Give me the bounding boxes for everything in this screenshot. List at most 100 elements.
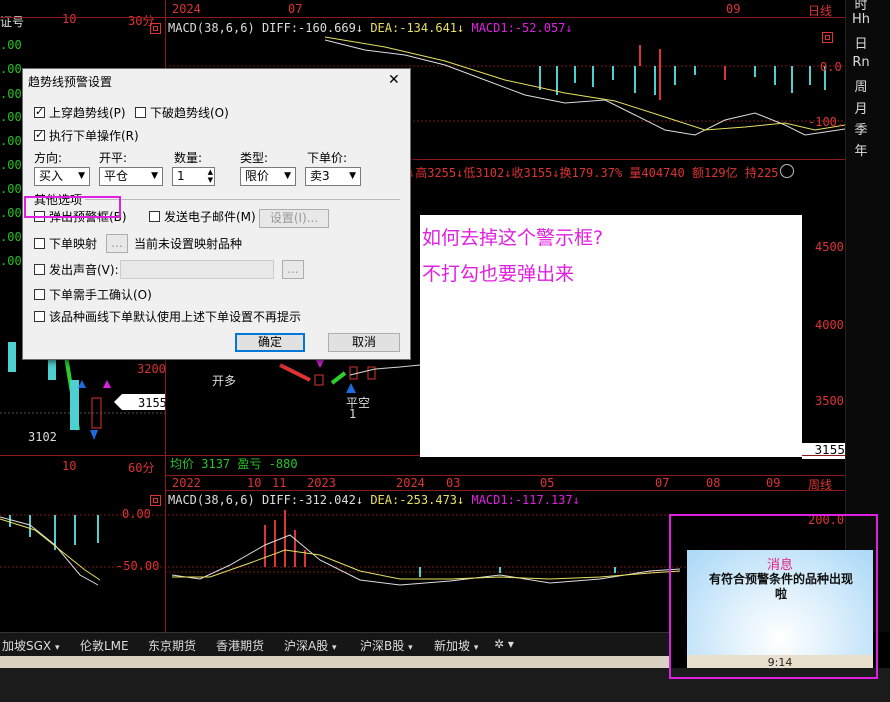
direction-value: 买入 bbox=[39, 169, 64, 183]
pnl-value: -880 bbox=[268, 457, 298, 471]
ok-button[interactable]: 确定 bbox=[235, 333, 305, 352]
order-map-label: 下单映射 bbox=[49, 237, 98, 251]
price-tag-right: 3155 bbox=[802, 443, 845, 459]
cross-up-checkbox[interactable] bbox=[34, 105, 45, 118]
tab-tokyo[interactable]: 东京期货 bbox=[148, 637, 196, 654]
email-settings-button[interactable]: 设置(I)... bbox=[259, 209, 329, 228]
order-type-select[interactable]: 限价 ▼ bbox=[240, 167, 296, 186]
period-item[interactable]: Hh bbox=[846, 12, 876, 27]
tab-hk[interactable]: 香港期货 bbox=[216, 637, 264, 654]
period-item[interactable]: 周 bbox=[846, 76, 876, 95]
close-icon[interactable]: ✕ bbox=[388, 72, 400, 88]
bottom-year: 03 bbox=[446, 476, 461, 490]
quantity-value: 1 bbox=[177, 169, 185, 183]
left-lower-label: 10 bbox=[62, 459, 77, 473]
tab-sgx[interactable]: 加坡SGX ▾ bbox=[2, 637, 60, 654]
direction-select[interactable]: 买入 ▼ bbox=[34, 167, 90, 186]
highlight-popup bbox=[669, 514, 878, 679]
price-tick: 4000 bbox=[815, 318, 844, 332]
order-price-value: 卖3 bbox=[310, 169, 330, 183]
pnl-label: 盈亏 bbox=[237, 457, 262, 471]
exec-order-label: 执行下单操作(R) bbox=[49, 129, 139, 143]
chevron-down-icon: ▾ bbox=[54, 643, 60, 653]
stats-line: ↓高3255↓低3102↓收3155↓换179.37% 量404740 额129… bbox=[408, 166, 779, 180]
manual-confirm-label: 下单需手工确认(O) bbox=[49, 288, 152, 302]
question-annotation: 如何去掉这个警示框? 不打勾也要弹出来 bbox=[420, 215, 802, 457]
mid-one-label: 1 bbox=[349, 407, 357, 421]
top-macd-title: MACD(38,6,6) DIFF:-160.669↓ DEA:-134.641… bbox=[168, 21, 573, 35]
order-map-checkbox[interactable] bbox=[34, 238, 45, 249]
left-value: .00 bbox=[0, 158, 22, 172]
avg-value: 3137 bbox=[201, 457, 231, 471]
avg-bar: 均价 3137 盈亏 -880 bbox=[170, 455, 298, 472]
order-type-value: 限价 bbox=[245, 169, 270, 183]
settings-icon[interactable]: ✲ ▾ bbox=[494, 637, 514, 651]
stats-end-icon bbox=[780, 164, 794, 178]
left-header: 证号 bbox=[0, 15, 25, 29]
tab-singapore[interactable]: 新加坡 ▾ bbox=[434, 637, 478, 654]
left-value: .00 bbox=[0, 182, 22, 196]
exec-order-checkbox[interactable] bbox=[34, 128, 45, 141]
avg-label: 均价 bbox=[170, 457, 195, 471]
sound-browse-button[interactable]: ... bbox=[282, 260, 304, 279]
manual-confirm-checkbox[interactable] bbox=[34, 289, 45, 300]
dea-value: DEA:-134.641↓ bbox=[370, 21, 465, 35]
annotation-line-2: 不打勾也要弹出来 bbox=[422, 263, 575, 285]
tab-label: 伦敦LME bbox=[80, 639, 129, 653]
direction-label: 方向: bbox=[34, 151, 63, 165]
period-item[interactable]: Rn bbox=[846, 55, 876, 70]
send-email-label: 发送电子邮件(M) bbox=[164, 210, 256, 224]
cancel-button[interactable]: 取消 bbox=[328, 333, 400, 352]
bottom-year: 08 bbox=[706, 476, 721, 490]
left-value: .00 bbox=[0, 134, 22, 148]
send-email-checkbox[interactable] bbox=[149, 211, 160, 222]
break-down-checkbox[interactable] bbox=[135, 107, 146, 118]
macd-name: MACD(38,6,6) bbox=[168, 21, 255, 35]
macd1-value: MACD1:-52.057↓ bbox=[471, 21, 573, 35]
left-value: .00 bbox=[0, 38, 22, 52]
left-value: .00 bbox=[0, 230, 22, 244]
period-item[interactable]: 季 bbox=[846, 119, 876, 138]
mid-sell-label: 开多 bbox=[212, 374, 237, 388]
open-close-label: 开平: bbox=[99, 151, 128, 165]
bottom-year: 09 bbox=[766, 476, 781, 490]
left-mid-label: 10 bbox=[62, 12, 77, 26]
panel-maximize-icon[interactable] bbox=[150, 23, 161, 34]
stepper-arrows-icon[interactable]: ▲ ▼ bbox=[208, 168, 213, 184]
order-type-label: 类型: bbox=[240, 151, 269, 165]
left-lower-range: 60分 bbox=[128, 461, 155, 475]
dialog-title: 趋势线预警设置 bbox=[28, 75, 113, 89]
tab-label: 东京期货 bbox=[148, 639, 197, 653]
chevron-down-icon: ▼ bbox=[349, 171, 356, 181]
order-price-select[interactable]: 卖3 ▼ bbox=[305, 167, 361, 186]
period-item[interactable]: 月 bbox=[846, 98, 876, 117]
quantity-label: 数量: bbox=[174, 151, 203, 165]
divider bbox=[85, 199, 400, 200]
period-item[interactable]: 年 bbox=[846, 140, 876, 159]
left-low-label: 3102 bbox=[28, 430, 57, 444]
sound-file-field[interactable] bbox=[120, 260, 274, 279]
tab-lme[interactable]: 伦敦LME bbox=[80, 637, 129, 654]
cross-up-label: 上穿趋势线(P) bbox=[49, 106, 126, 120]
chevron-down-icon: ▼ bbox=[78, 171, 85, 181]
price-tick: 3500 bbox=[815, 394, 844, 408]
tab-label: 沪深A股 bbox=[284, 639, 329, 653]
left-3200-label: 3200 bbox=[137, 362, 166, 376]
open-close-select[interactable]: 平仓 ▼ bbox=[99, 167, 163, 186]
left-value: .00 bbox=[0, 110, 22, 124]
chevron-down-icon: ▼ bbox=[151, 171, 158, 181]
chevron-down-icon: ▼ bbox=[284, 171, 291, 181]
order-map-button[interactable]: ... bbox=[106, 234, 128, 253]
tab-label: 新加坡 bbox=[434, 639, 471, 653]
play-sound-label: 发出声音(V): bbox=[49, 263, 119, 277]
tab-sh-b[interactable]: 沪深B股 ▾ bbox=[360, 637, 413, 654]
status-bar bbox=[0, 656, 670, 668]
period-item[interactable]: 日 bbox=[846, 33, 876, 52]
quantity-stepper[interactable]: 1 ▲ ▼ bbox=[172, 167, 215, 186]
no-prompt-checkbox[interactable] bbox=[34, 311, 45, 322]
tab-sh-a[interactable]: 沪深A股 ▾ bbox=[284, 637, 337, 654]
order-map-note: 当前未设置映射品种 bbox=[134, 237, 243, 251]
top-year-09: 09 bbox=[726, 2, 741, 16]
play-sound-checkbox[interactable] bbox=[34, 264, 45, 275]
left-value: .00 bbox=[0, 206, 22, 220]
